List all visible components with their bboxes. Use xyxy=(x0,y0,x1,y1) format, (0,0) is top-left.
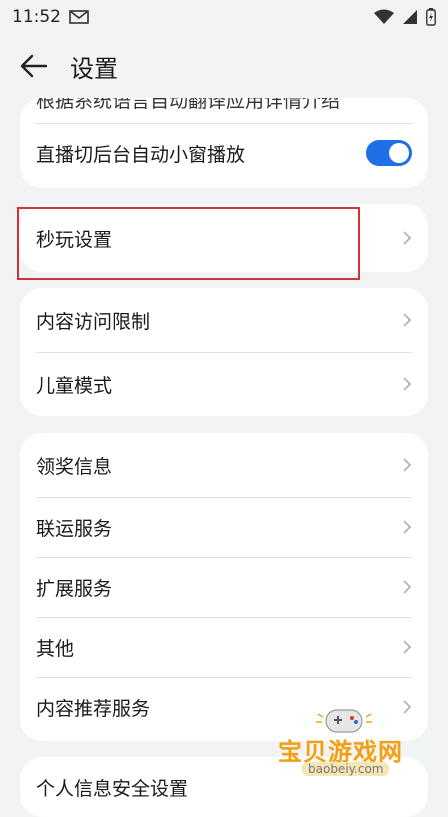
mail-icon xyxy=(69,10,89,24)
chevron-right-icon xyxy=(403,458,412,472)
watermark: 宝贝游戏网 baobeiy.com xyxy=(270,704,420,796)
other-label: 其他 xyxy=(36,637,75,660)
auto-translate-label: 根据系统语言自动翻译应用详情介绍 xyxy=(36,98,341,112)
wifi-icon xyxy=(374,9,394,24)
rewards-info-row[interactable]: 领奖信息 xyxy=(20,433,428,497)
chevron-right-icon xyxy=(403,231,412,245)
kids-mode-row[interactable]: 儿童模式 xyxy=(20,352,428,416)
chevron-right-icon xyxy=(403,313,412,327)
back-arrow-icon xyxy=(20,54,48,78)
toggle-knob xyxy=(389,143,409,163)
signal-icon xyxy=(403,10,417,24)
battery-icon xyxy=(426,8,436,26)
chevron-right-icon xyxy=(403,377,412,391)
chevron-right-icon xyxy=(403,640,412,654)
rewards-info-label: 领奖信息 xyxy=(36,455,113,478)
divider xyxy=(36,123,412,124)
joint-ops-label: 联运服务 xyxy=(36,517,113,540)
pip-row[interactable]: 直播切后台自动小窗播放 xyxy=(20,123,428,183)
kids-mode-label: 儿童模式 xyxy=(36,374,113,397)
content-access-row[interactable]: 内容访问限制 xyxy=(20,288,428,352)
page-title: 设置 xyxy=(70,54,118,83)
pip-label: 直播切后台自动小窗播放 xyxy=(36,143,246,166)
status-time: 11:52 xyxy=(12,7,61,27)
chevron-right-icon xyxy=(403,520,412,534)
joint-ops-row[interactable]: 联运服务 xyxy=(20,497,428,557)
other-row[interactable]: 其他 xyxy=(20,617,428,677)
extended-services-row[interactable]: 扩展服务 xyxy=(20,557,428,617)
status-bar: 11:52 xyxy=(0,0,448,34)
pip-toggle[interactable] xyxy=(366,140,412,166)
back-button[interactable] xyxy=(2,34,66,98)
content-access-label: 内容访问限制 xyxy=(36,310,151,333)
restrictions-card: 内容访问限制 儿童模式 xyxy=(20,288,428,416)
highlight-box xyxy=(17,207,360,280)
chevron-right-icon xyxy=(403,580,412,594)
watermark-url: baobeiy.com xyxy=(302,762,390,776)
services-card: 领奖信息 联运服务 扩展服务 其他 内容推荐服务 xyxy=(20,433,428,741)
extended-services-label: 扩展服务 xyxy=(36,577,113,600)
header: 设置 xyxy=(0,34,448,98)
top-card: 根据系统语言自动翻译应用详情介绍 直播切后台自动小窗播放 xyxy=(20,98,428,188)
